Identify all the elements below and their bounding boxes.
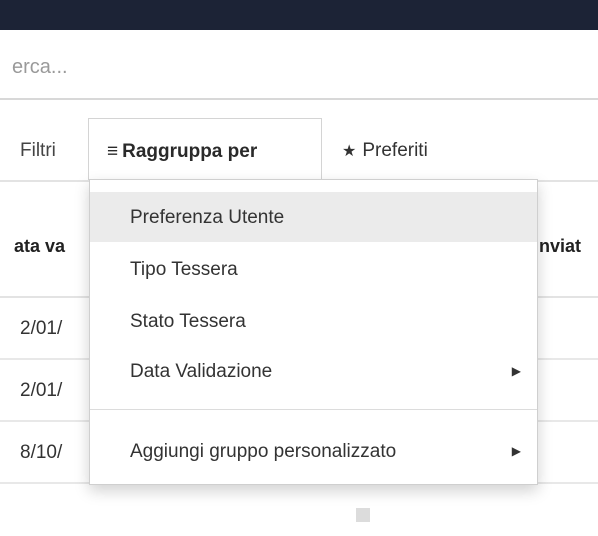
- date-cell: 8/10/: [20, 442, 63, 463]
- favorites-button[interactable]: ★ Preferiti: [342, 140, 428, 162]
- menu-item-stato-tessera[interactable]: Stato Tessera: [90, 296, 537, 346]
- menu-item-add-custom-group[interactable]: Aggiungi gruppo personalizzato ▶: [90, 426, 537, 476]
- column-header[interactable]: ata va: [14, 236, 65, 257]
- search-placeholder: erca...: [12, 56, 68, 78]
- menu-item-label: Tipo Tessera: [130, 259, 238, 280]
- menu-item-tipo-tessera[interactable]: Tipo Tessera: [90, 244, 537, 294]
- menu-item-label: Preferenza Utente: [130, 207, 285, 228]
- column-header[interactable]: inviat: [534, 236, 581, 257]
- bars-icon: ≡: [107, 141, 119, 162]
- caret-right-icon: ▶: [511, 364, 521, 378]
- date-cell: 2/01/: [20, 380, 63, 401]
- search-bar: erca...: [0, 30, 598, 98]
- date-cell: 2/01/: [20, 318, 63, 339]
- pager-indicator: [356, 508, 370, 522]
- star-icon: ★: [342, 143, 357, 160]
- menu-item-label: Data Validazione: [130, 361, 273, 382]
- menu-item-label: Stato Tessera: [130, 311, 246, 332]
- menu-item-preferenza-utente[interactable]: Preferenza Utente: [90, 192, 537, 242]
- group-by-dropdown: Preferenza Utente Tipo Tessera Stato Tes…: [89, 179, 538, 485]
- top-navbar: [0, 0, 598, 30]
- search-input[interactable]: erca...: [12, 56, 598, 90]
- filter-bar: Filtri ≡ Raggruppa per ★ Preferiti: [0, 118, 598, 180]
- group-by-label: ≡ Raggruppa per: [107, 141, 257, 163]
- search-underline: [0, 98, 598, 100]
- menu-divider: [90, 409, 537, 410]
- group-by-button[interactable]: ≡ Raggruppa per: [88, 118, 322, 180]
- favorites-text: Preferiti: [362, 140, 428, 161]
- menu-item-data-validazione[interactable]: Data Validazione ▶: [90, 346, 537, 396]
- menu-item-label: Aggiungi gruppo personalizzato: [130, 441, 397, 462]
- filters-button[interactable]: Filtri: [20, 140, 56, 162]
- group-by-text: Raggruppa per: [122, 141, 258, 162]
- caret-right-icon: ▶: [511, 444, 521, 458]
